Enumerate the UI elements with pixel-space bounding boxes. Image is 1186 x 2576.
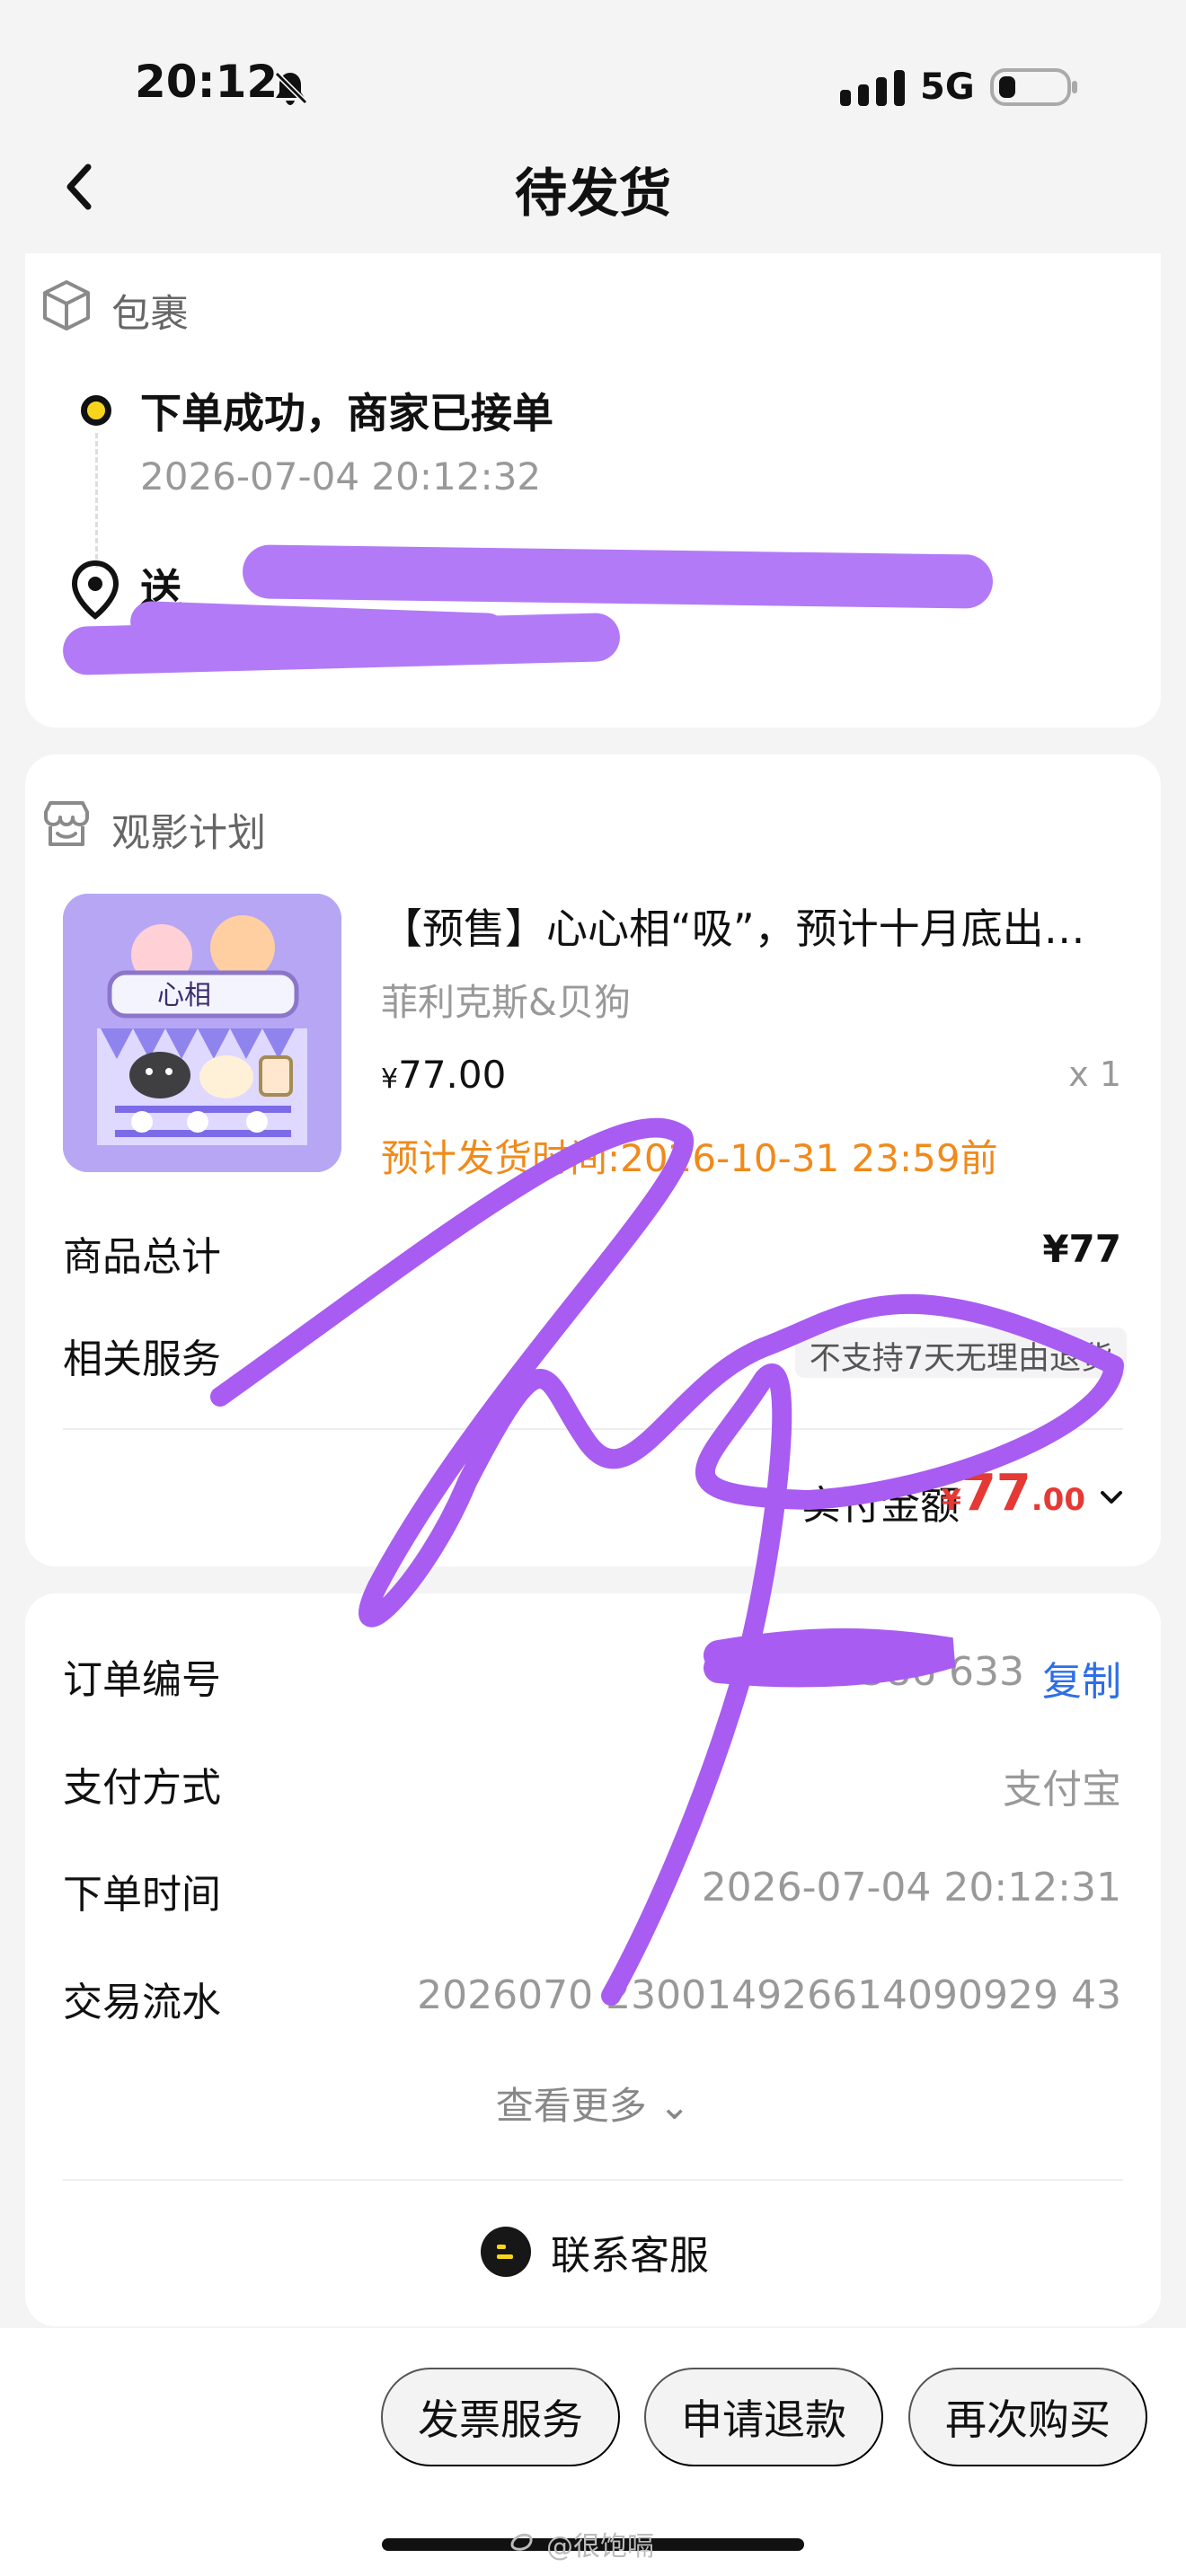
chevron-down-icon: ⌄ — [659, 2084, 691, 2128]
shop-header[interactable]: 观影计划 — [38, 796, 266, 863]
customer-service-icon — [481, 2227, 531, 2277]
order-number-value: 76586 633 — [810, 1649, 1024, 1695]
estimated-ship-time: 预计发货时间:2026-10-31 23:59前 — [381, 1136, 998, 1180]
redaction-mark — [242, 544, 994, 609]
contact-service-label: 联系客服 — [551, 2233, 709, 2279]
goods-total-value: ¥77 — [1042, 1227, 1121, 1271]
package-title: 包裹 — [111, 291, 189, 337]
battery-icon — [990, 68, 1080, 110]
invoice-service-button[interactable]: 发票服务 — [381, 2368, 620, 2466]
watermark: @很饱嗝 — [509, 2524, 654, 2563]
order-status: 下单成功，商家已接单 — [140, 389, 553, 437]
status-bar: 20:12 5G — [0, 0, 1186, 153]
service-tag: 不支持7天无理由退货 — [794, 1328, 1127, 1378]
transaction-number-label: 交易流水 — [63, 1980, 221, 2025]
chevron-down-icon[interactable] — [1100, 1489, 1123, 1509]
divider — [63, 2179, 1123, 2181]
shop-name: 观影计划 — [111, 810, 266, 856]
copy-order-number-button[interactable]: 复制 — [1042, 1649, 1121, 1707]
bell-off-icon — [270, 66, 311, 111]
page-title: 待发货 — [514, 163, 671, 224]
timeline-dot — [81, 395, 111, 426]
product-price: ¥77.00 — [381, 1053, 506, 1097]
order-time-value: 2026-07-04 20:12:31 — [701, 1865, 1121, 1910]
paid-decimal: .00 — [1031, 1482, 1085, 1518]
contact-service-button[interactable]: 联系客服 — [481, 2223, 709, 2280]
signal-icon — [840, 68, 914, 110]
paid-integer: 77 — [960, 1464, 1031, 1522]
divider — [63, 1428, 1123, 1430]
related-service-label: 相关服务 — [63, 1337, 221, 1382]
status-time: 20:12 — [135, 56, 279, 108]
goods-total-label: 商品总计 — [63, 1234, 221, 1280]
transaction-number-value: 2026070 230014926614090929 43 — [417, 1972, 1121, 2018]
view-more-button[interactable]: 查看更多 ⌄ — [0, 2076, 1186, 2130]
timeline-line — [95, 433, 98, 568]
package-header: 包裹 — [38, 277, 189, 344]
package-icon — [38, 277, 95, 344]
paid-symbol: ¥ — [941, 1483, 961, 1517]
network-label: 5G — [920, 66, 975, 108]
buy-again-button[interactable]: 再次购买 — [908, 2368, 1147, 2466]
paid-amount-value: ¥77.00 — [942, 1464, 1085, 1522]
order-number-label: 订单编号 — [63, 1657, 221, 1703]
view-more-label: 查看更多 — [495, 2084, 647, 2128]
product-image[interactable]: 心相 — [63, 894, 341, 1172]
payment-method-label: 支付方式 — [63, 1765, 221, 1811]
request-refund-button[interactable]: 申请退款 — [644, 2368, 883, 2466]
location-icon — [67, 559, 123, 625]
product-seller: 菲利克斯&贝狗 — [381, 981, 631, 1024]
paid-amount-label: 实付金额 — [801, 1483, 960, 1529]
order-time-label: 下单时间 — [63, 1872, 221, 1918]
payment-method-value: 支付宝 — [1003, 1767, 1121, 1813]
status-time: 2026-07-04 20:12:32 — [140, 454, 542, 498]
thumb-label: 心相 — [157, 980, 211, 1011]
shop-icon — [38, 796, 95, 863]
weibo-icon — [509, 2528, 539, 2560]
price-symbol: ¥ — [381, 1063, 399, 1095]
product-title[interactable]: 【预售】心心相“吸”，预计十月底出… — [381, 896, 1127, 956]
price-value: 77.00 — [398, 1053, 507, 1097]
product-quantity: x 1 — [1068, 1054, 1121, 1094]
watermark-text: @很饱嗝 — [546, 2531, 654, 2563]
